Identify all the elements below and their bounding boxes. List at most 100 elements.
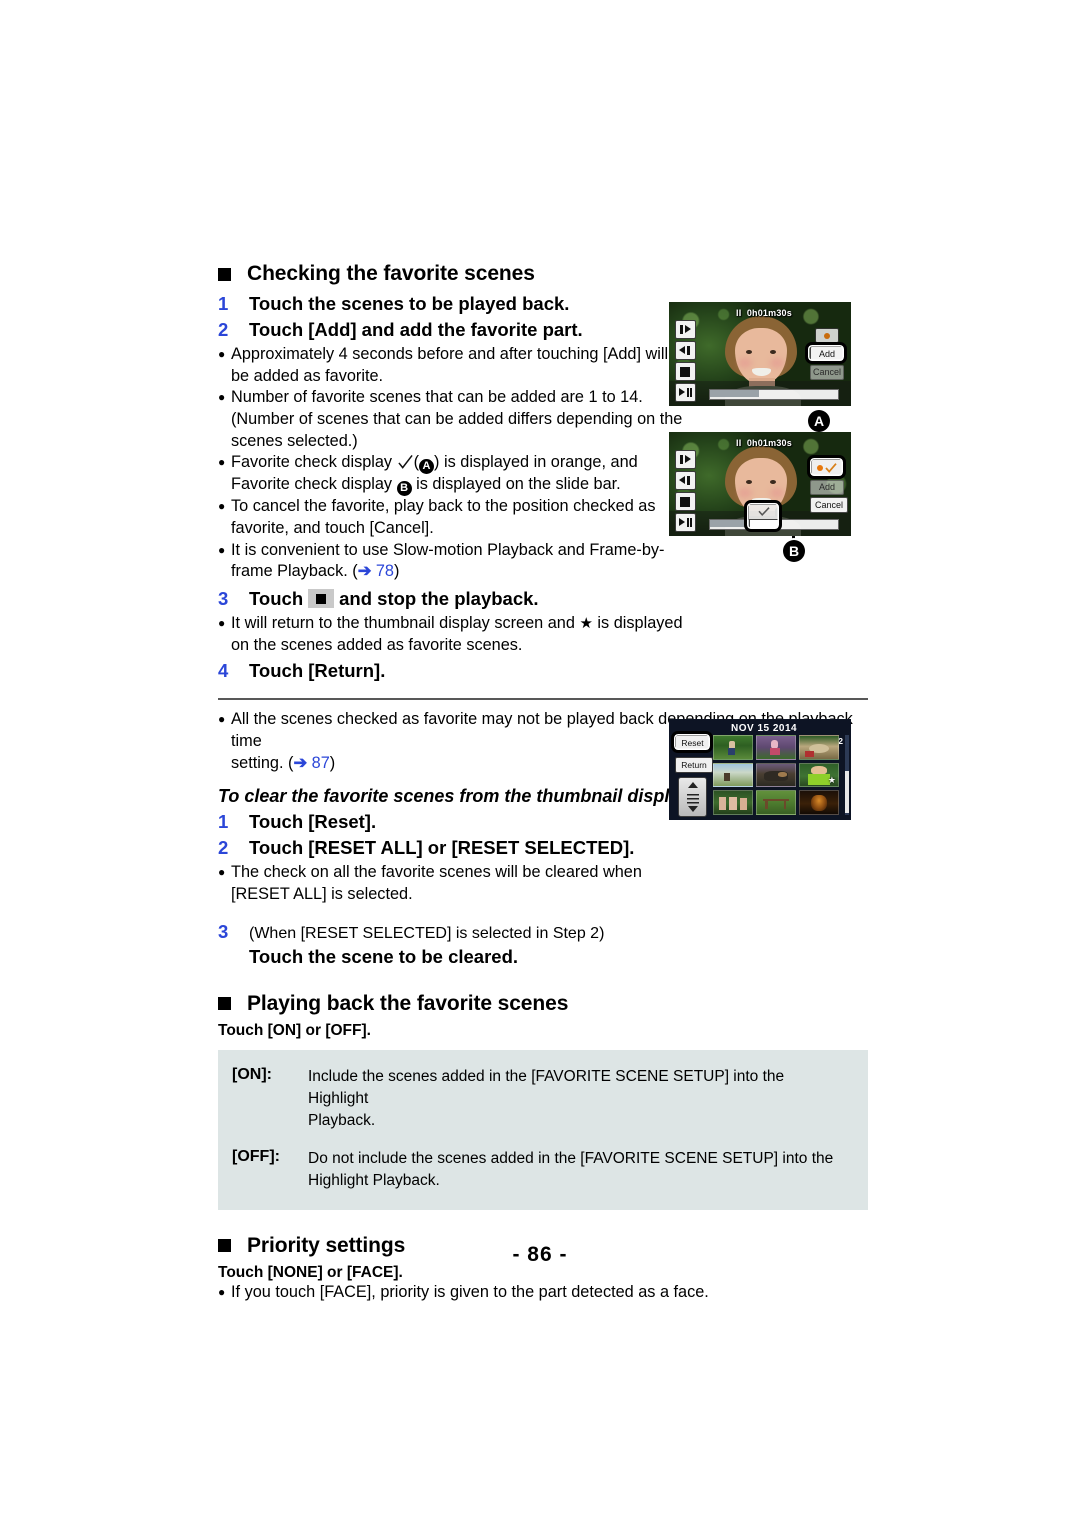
thumbnail-cell[interactable] <box>756 762 796 788</box>
scroll-handle-icon[interactable] <box>686 794 699 804</box>
bullet-dot-icon: ● <box>218 1284 226 1299</box>
thumbnail-cell[interactable] <box>756 790 796 815</box>
thumbnail-cell[interactable] <box>799 790 839 815</box>
section-divider <box>218 698 868 701</box>
step-1-number: 1 <box>218 293 229 314</box>
table-row-value: Do not include the scenes added in the [… <box>308 1148 848 1192</box>
thumbnail-cell[interactable] <box>756 735 796 760</box>
callout-b-bubble: B <box>783 540 805 562</box>
thumbnail-cell[interactable] <box>713 790 753 815</box>
screen2-timecode: II 0h01m30s <box>736 438 792 448</box>
table-line: Include the scenes added in the [FAVORIT… <box>308 1067 785 1107</box>
bullet-reset-all-text: The check on all the favorite scenes wil… <box>231 862 868 905</box>
screen1-timecode: II 0h01m30s <box>736 308 792 318</box>
bullet-line: [RESET ALL] is selected. <box>231 884 413 903</box>
table-row-value: Include the scenes added in the [FAVORIT… <box>308 1066 848 1132</box>
cheek-shape <box>738 488 752 498</box>
clear-step-2-number: 2 <box>218 837 229 859</box>
clear-step-3-paren: (When [RESET SELECTED] is selected in St… <box>249 924 605 942</box>
page-ref-87[interactable]: 87 <box>312 754 330 772</box>
bullet-reset-all: ● The check on all the favorite scenes w… <box>218 862 868 905</box>
arrow-icon: ➔ <box>293 753 308 772</box>
scroll-down-arrow-icon[interactable] <box>687 806 698 812</box>
thumbnail-cell[interactable] <box>713 762 753 788</box>
bullet-line: favorite, and touch [Cancel]. <box>231 518 434 537</box>
vertical-scrollbar-thumb[interactable] <box>845 771 849 813</box>
stop-button[interactable] <box>675 492 696 511</box>
cheek-shape <box>738 358 752 368</box>
star-icon: ★ <box>579 614 593 632</box>
section-heading-checking-label: Checking the favorite scenes <box>247 262 535 285</box>
bullet-line: Favorite check display <box>231 453 393 472</box>
clear-step-1-number: 1 <box>218 811 229 833</box>
bullet-line: The check on all the favorite scenes wil… <box>231 863 642 882</box>
slow-forward-button[interactable] <box>675 450 696 469</box>
return-button[interactable]: Return <box>675 757 713 773</box>
eye-shape <box>770 350 776 354</box>
bullet-priority-face-text: If you touch [FACE], priority is given t… <box>231 1282 709 1301</box>
figure-thumbnail-screen: NOV 15 2014 2/2 Reset Return <box>669 719 851 820</box>
arrow-icon: ➔ <box>357 562 372 581</box>
favorite-star-icon: ★ <box>827 775 836 786</box>
play-pause-button[interactable] <box>675 383 696 402</box>
step-4-text: Touch [Return]. <box>249 660 386 682</box>
cheek-shape <box>770 358 784 368</box>
table-row: [OFF]: Do not include the scenes added i… <box>218 1148 868 1192</box>
favorite-check-chip <box>815 328 839 343</box>
reset-button-selection-ring <box>671 731 713 753</box>
bullet-dot-icon: ● <box>218 865 226 880</box>
bullet-line: Favorite check display <box>231 475 393 494</box>
thumbnail-cell[interactable] <box>713 735 753 760</box>
frame-back-button[interactable] <box>675 471 696 490</box>
bullet-line: on the scenes added as favorite scenes. <box>231 635 523 654</box>
timecode-value: 0h01m30s <box>746 438 792 448</box>
step-3-text: Touch and stop the playback. <box>249 587 868 612</box>
add-button-selection-ring <box>805 342 847 364</box>
bullet-line: ) <box>394 562 400 581</box>
table-row-key: [OFF]: <box>232 1147 280 1165</box>
cancel-button[interactable]: Cancel <box>810 365 844 380</box>
bullet-square-icon <box>218 267 231 281</box>
step-4: 4 Touch [Return]. <box>218 659 868 684</box>
stop-button[interactable] <box>675 362 696 381</box>
bullet-dot-icon: ● <box>218 712 226 727</box>
clear-step-2: 2 Touch [RESET ALL] or [RESET SELECTED]. <box>218 836 868 861</box>
bullet-line: (Number of scenes that can be added diff… <box>231 409 683 428</box>
bullet-line: ) is displayed in orange, and <box>434 453 638 472</box>
table-row: [ON]: Include the scenes added in the [F… <box>218 1066 868 1132</box>
clear-step-3-bold: Touch the scene to be cleared. <box>249 945 519 967</box>
favorite-check-selection-ring <box>807 455 846 479</box>
callout-letter-b: B <box>396 481 412 497</box>
section-heading-checking: Checking the favorite scenes <box>218 262 868 286</box>
scroll-control[interactable] <box>678 777 707 817</box>
clear-step-3-text: (When [RESET SELECTED] is selected in St… <box>249 920 868 970</box>
page-ref-78[interactable]: 78 <box>376 562 394 580</box>
step-2-number: 2 <box>218 318 229 340</box>
scroll-up-arrow-icon[interactable] <box>687 782 698 788</box>
pause-icon: II <box>736 438 742 448</box>
bullet-dot-icon: ● <box>218 390 226 405</box>
step-3-post: and stop the playback. <box>339 587 539 609</box>
bullet-return-thumbnail-text: It will return to the thumbnail display … <box>231 613 868 656</box>
pause-icon: II <box>736 308 742 318</box>
slow-forward-button[interactable] <box>675 320 696 339</box>
bullet-dot-icon: ● <box>218 499 226 514</box>
frame-back-button[interactable] <box>675 341 696 360</box>
manual-page: Checking the favorite scenes 1 Touch the… <box>0 0 1080 1526</box>
thumbnail-cell[interactable]: ★ <box>799 762 839 788</box>
cheek-shape <box>770 488 784 498</box>
thumbnail-cell[interactable] <box>799 735 839 760</box>
callout-letter-a: A <box>419 459 435 475</box>
play-pause-button[interactable] <box>675 513 696 532</box>
cancel-button[interactable]: Cancel <box>810 497 848 513</box>
bullet-dot-icon: ● <box>218 542 226 557</box>
timecode-value: 0h01m30s <box>746 308 792 318</box>
on-off-table: [ON]: Include the scenes added in the [F… <box>218 1049 868 1210</box>
section-heading-playing-back-label: Playing back the favorite scenes <box>247 991 569 1015</box>
slide-bar-selection-ring <box>744 500 782 532</box>
table-line: Do not include the scenes added in the [… <box>308 1149 834 1167</box>
add-button[interactable]: Add <box>810 480 844 495</box>
bullet-line: is displayed on the slide bar. <box>416 475 621 494</box>
eye-shape <box>746 350 752 354</box>
bullet-line: scenes selected.) <box>231 431 358 450</box>
